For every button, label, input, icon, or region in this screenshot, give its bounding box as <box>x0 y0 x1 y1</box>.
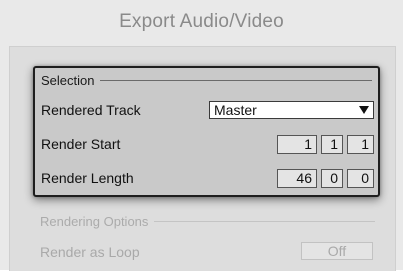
render-as-loop-toggle[interactable]: Off <box>301 242 373 260</box>
rendering-options-header: Rendering Options <box>40 212 375 230</box>
selection-header: Selection <box>41 71 372 89</box>
render-start-label: Render Start <box>41 136 121 152</box>
render-start-beats-field[interactable]: 1 <box>321 135 343 154</box>
dialog-title: Export Audio/Video <box>119 11 284 32</box>
render-length-label: Render Length <box>41 170 134 186</box>
rendering-options-divider <box>154 220 375 222</box>
selection-heading: Selection <box>41 72 95 88</box>
rendered-track-value: Master <box>214 102 257 118</box>
render-length-bars-field[interactable]: 46 <box>277 169 317 188</box>
rendered-track-dropdown[interactable]: Master <box>209 101 374 119</box>
render-length-sixteenths-field[interactable]: 0 <box>347 169 374 188</box>
render-as-loop-label: Render as Loop <box>40 244 140 260</box>
render-length-beats-field[interactable]: 0 <box>321 169 343 188</box>
export-dialog: Export Audio/Video Selection Rendered Tr… <box>0 0 403 271</box>
rendering-options-heading: Rendering Options <box>40 213 149 229</box>
selection-divider <box>100 79 372 81</box>
selection-section: Selection Rendered Track Master Render S… <box>33 66 380 197</box>
render-start-sixteenths-field[interactable]: 1 <box>347 135 374 154</box>
render-start-bars-field[interactable]: 1 <box>277 135 317 154</box>
rendered-track-label: Rendered Track <box>41 102 141 118</box>
chevron-down-icon <box>359 106 369 114</box>
